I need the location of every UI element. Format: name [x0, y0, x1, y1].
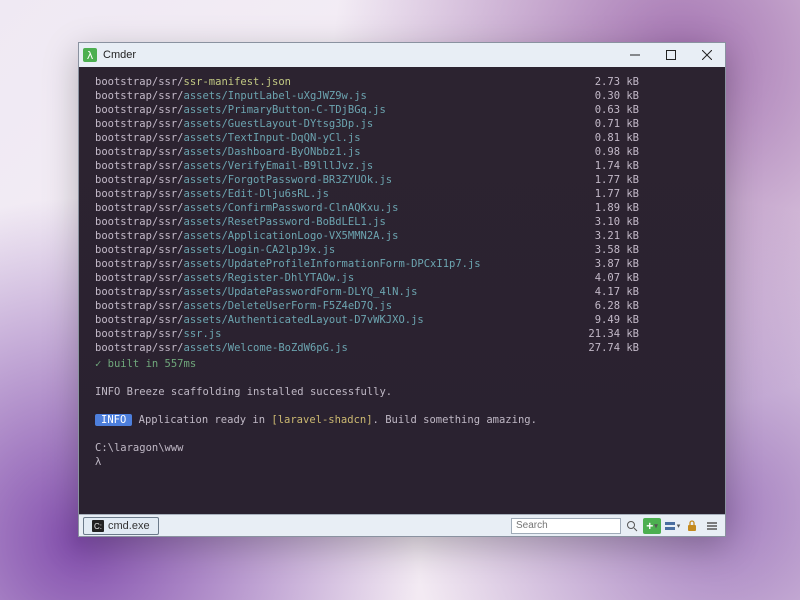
file-row: bootstrap/ssr/assets/AuthenticatedLayout… [95, 313, 709, 327]
file-row: bootstrap/ssr/assets/UpdatePasswordForm-… [95, 285, 709, 299]
file-row: bootstrap/ssr/assets/PrimaryButton-C-TDj… [95, 103, 709, 117]
file-row: bootstrap/ssr/assets/UpdateProfileInform… [95, 257, 709, 271]
search-icon[interactable] [623, 518, 641, 534]
file-row: bootstrap/ssr/assets/ConfirmPassword-Cln… [95, 201, 709, 215]
new-tab-button[interactable]: +▾ [643, 518, 661, 534]
svg-text:λ: λ [87, 49, 94, 62]
window-title: Cmder [103, 49, 136, 61]
terminal-viewport[interactable]: bootstrap/ssr/ssr-manifest.json2.73 kBbo… [79, 67, 725, 514]
statusbar: C: cmd.exe +▾ ▾ [79, 514, 725, 536]
built-message: ✓ built in 557ms [95, 357, 709, 371]
cmd-icon: C: [92, 520, 104, 532]
maximize-button[interactable] [653, 43, 689, 67]
titlebar: λ Cmder [79, 43, 725, 67]
app-icon: λ [83, 48, 97, 62]
console-tab-label: cmd.exe [108, 520, 150, 532]
prompt-caret[interactable]: λ [95, 455, 709, 469]
file-row: bootstrap/ssr/assets/DeleteUserForm-F5Z4… [95, 299, 709, 313]
file-row: bootstrap/ssr/assets/Login-CA2lpJ9x.js3.… [95, 243, 709, 257]
console-tab[interactable]: C: cmd.exe [83, 517, 159, 535]
search-input[interactable] [511, 518, 621, 534]
info-line-2: INFO Application ready in [laravel-shadc… [95, 413, 709, 427]
file-row: bootstrap/ssr/assets/Register-DhlYTAOw.j… [95, 271, 709, 285]
file-row: bootstrap/ssr/assets/InputLabel-uXgJWZ9w… [95, 89, 709, 103]
window-list-button[interactable]: ▾ [663, 518, 681, 534]
file-row: bootstrap/ssr/assets/ForgotPassword-BR3Z… [95, 173, 709, 187]
file-row: bootstrap/ssr/assets/VerifyEmail-B9lllJv… [95, 159, 709, 173]
file-row: bootstrap/ssr/assets/Edit-Dlju6sRL.js1.7… [95, 187, 709, 201]
minimize-button[interactable] [617, 43, 653, 67]
file-row: bootstrap/ssr/assets/ApplicationLogo-VX5… [95, 229, 709, 243]
terminal-window: λ Cmder bootstrap/ssr/ssr-manifest.json2… [78, 42, 726, 537]
file-row: bootstrap/ssr/assets/Welcome-BoZdW6pG.js… [95, 341, 709, 355]
file-row: bootstrap/ssr/ssr.js21.34 kB [95, 327, 709, 341]
cwd-prompt: C:\laragon\www [95, 441, 709, 455]
hamburger-menu-icon[interactable] [703, 518, 721, 534]
file-row: bootstrap/ssr/assets/ResetPassword-BoBdL… [95, 215, 709, 229]
info-badge: INFO [95, 414, 132, 426]
info-text: Breeze scaffolding installed successfull… [127, 386, 393, 398]
info-line-1: INFO Breeze scaffolding installed succes… [95, 385, 709, 399]
file-row: bootstrap/ssr/assets/Dashboard-ByONbbz1.… [95, 145, 709, 159]
lock-icon[interactable] [683, 518, 701, 534]
close-button[interactable] [689, 43, 725, 67]
file-row: bootstrap/ssr/assets/GuestLayout-DYtsg3D… [95, 117, 709, 131]
build-output: bootstrap/ssr/ssr-manifest.json2.73 kBbo… [95, 75, 709, 355]
info-label: INFO [95, 386, 120, 398]
svg-text:C:: C: [94, 522, 102, 531]
project-name: [laravel-shadcn] [271, 414, 372, 426]
file-row: bootstrap/ssr/assets/TextInput-DqQN-yCl.… [95, 131, 709, 145]
file-row: bootstrap/ssr/ssr-manifest.json2.73 kB [95, 75, 709, 89]
